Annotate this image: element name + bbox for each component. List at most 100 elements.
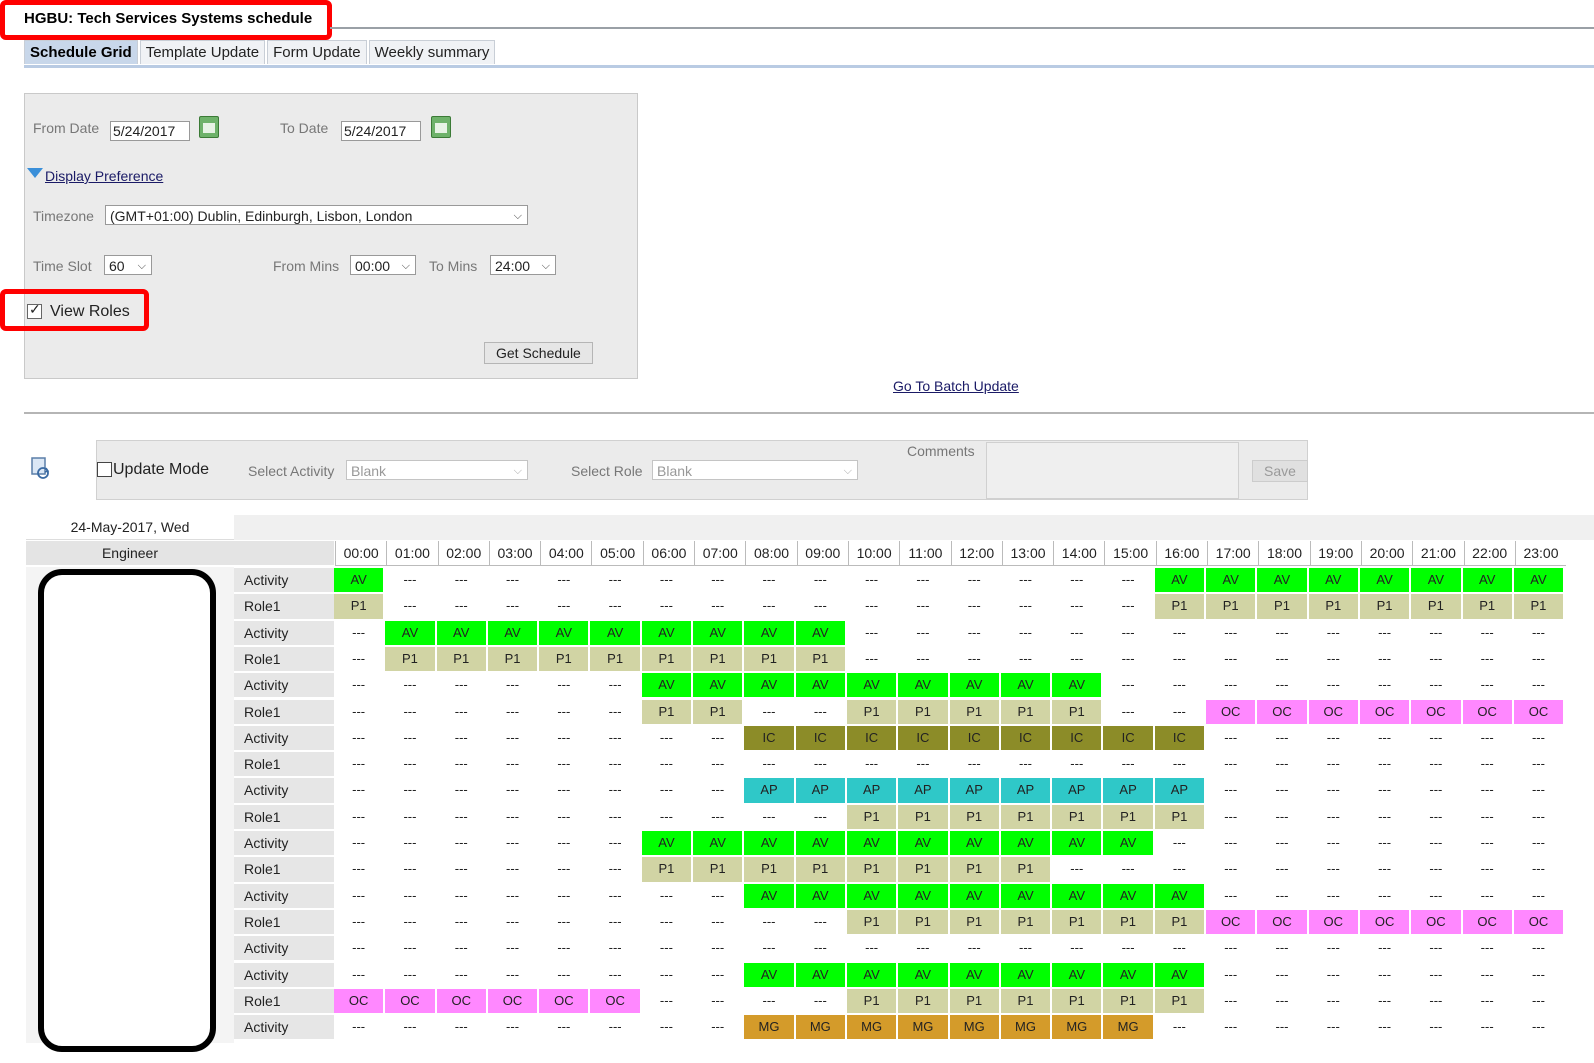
schedule-cell[interactable]: --- (1513, 752, 1566, 779)
schedule-cell[interactable]: --- (641, 909, 694, 937)
schedule-cell[interactable]: AV (795, 673, 847, 700)
schedule-cell[interactable]: AV (1359, 568, 1412, 595)
schedule-cell[interactable]: --- (436, 568, 488, 595)
schedule-cell[interactable]: AV (693, 831, 745, 858)
schedule-cell[interactable]: --- (1206, 1015, 1258, 1042)
schedule-cell[interactable]: --- (1411, 778, 1463, 805)
schedule-cell[interactable]: P1 (898, 988, 950, 1016)
schedule-cell[interactable]: OC (1513, 699, 1566, 726)
schedule-cell[interactable]: MG (795, 1015, 847, 1042)
tab-schedule-grid[interactable]: Schedule Grid (24, 40, 138, 64)
schedule-cell[interactable]: MG (1103, 1015, 1155, 1042)
schedule-cell[interactable]: --- (334, 857, 386, 884)
schedule-cell[interactable]: OC (1411, 699, 1463, 726)
schedule-cell[interactable]: AV (795, 883, 847, 910)
schedule-cell[interactable]: --- (898, 936, 950, 963)
schedule-cell[interactable]: P1 (1257, 594, 1309, 621)
schedule-cell[interactable]: AV (385, 620, 437, 647)
schedule-cell[interactable]: --- (1103, 936, 1155, 963)
schedule-cell[interactable]: AV (898, 673, 950, 700)
schedule-cell[interactable]: P1 (795, 857, 847, 884)
schedule-cell[interactable]: OC (1359, 909, 1412, 937)
schedule-cell[interactable]: --- (1462, 883, 1514, 910)
schedule-cell[interactable]: P1 (590, 646, 642, 674)
schedule-cell[interactable]: --- (1308, 936, 1360, 963)
schedule-cell[interactable]: --- (744, 909, 796, 937)
schedule-cell[interactable]: --- (436, 936, 488, 963)
schedule-cell[interactable]: IC (846, 725, 899, 753)
schedule-cell[interactable]: --- (539, 752, 591, 779)
schedule-cell[interactable]: IC (898, 725, 950, 753)
schedule-cell[interactable]: --- (795, 568, 847, 595)
schedule-cell[interactable]: --- (590, 725, 642, 753)
schedule-cell[interactable]: MG (898, 1015, 950, 1042)
schedule-cell[interactable]: --- (1513, 883, 1566, 910)
schedule-cell[interactable]: --- (334, 778, 386, 805)
to-mins-select[interactable]: 24:00 ⌵ (490, 255, 556, 275)
schedule-cell[interactable]: --- (1411, 831, 1463, 858)
schedule-cell[interactable]: AV (744, 962, 796, 989)
schedule-cell[interactable]: --- (385, 752, 437, 779)
schedule-cell[interactable]: --- (487, 699, 540, 726)
schedule-cell[interactable]: --- (693, 883, 745, 910)
schedule-cell[interactable]: --- (487, 962, 540, 989)
schedule-cell[interactable]: --- (846, 568, 899, 595)
calendar-icon[interactable] (199, 116, 219, 138)
schedule-cell[interactable]: --- (693, 725, 745, 753)
schedule-cell[interactable]: --- (487, 725, 540, 753)
schedule-cell[interactable]: --- (1411, 620, 1463, 647)
schedule-cell[interactable]: --- (539, 778, 591, 805)
schedule-cell[interactable]: --- (1052, 857, 1104, 884)
schedule-cell[interactable]: --- (1359, 988, 1412, 1016)
schedule-cell[interactable]: AV (1052, 831, 1104, 858)
schedule-cell[interactable]: --- (590, 962, 642, 989)
schedule-cell[interactable]: OC (1411, 909, 1463, 937)
schedule-cell[interactable]: P1 (795, 646, 847, 674)
schedule-cell[interactable]: --- (641, 883, 694, 910)
schedule-cell[interactable]: OC (385, 988, 437, 1016)
schedule-cell[interactable]: OC (590, 988, 642, 1016)
save-button[interactable]: Save (1252, 460, 1308, 482)
schedule-cell[interactable]: AV (641, 831, 694, 858)
schedule-cell[interactable]: OC (1308, 699, 1360, 726)
schedule-cell[interactable]: --- (1000, 594, 1053, 621)
schedule-cell[interactable]: --- (744, 568, 796, 595)
schedule-cell[interactable]: --- (487, 831, 540, 858)
schedule-cell[interactable]: AV (1052, 883, 1104, 910)
schedule-cell[interactable]: AP (846, 778, 899, 805)
schedule-cell[interactable]: P1 (1154, 988, 1207, 1016)
schedule-cell[interactable]: AV (898, 883, 950, 910)
schedule-cell[interactable]: P1 (898, 804, 950, 831)
schedule-cell[interactable]: P1 (898, 909, 950, 937)
schedule-cell[interactable]: --- (487, 1015, 540, 1042)
from-date-input[interactable]: 5/24/2017 (110, 121, 190, 141)
schedule-cell[interactable]: --- (1154, 1015, 1207, 1042)
schedule-cell[interactable]: --- (1257, 620, 1309, 647)
comments-textarea[interactable] (986, 442, 1239, 499)
schedule-cell[interactable]: --- (949, 568, 1001, 595)
schedule-cell[interactable]: --- (436, 857, 488, 884)
schedule-cell[interactable]: --- (1462, 1015, 1514, 1042)
schedule-cell[interactable]: AV (949, 962, 1001, 989)
schedule-cell[interactable]: --- (487, 673, 540, 700)
schedule-cell[interactable]: --- (1257, 936, 1309, 963)
schedule-cell[interactable]: --- (1308, 988, 1360, 1016)
schedule-cell[interactable]: AV (1000, 883, 1053, 910)
schedule-cell[interactable]: --- (385, 673, 437, 700)
schedule-cell[interactable]: --- (641, 752, 694, 779)
schedule-cell[interactable]: P1 (949, 804, 1001, 831)
schedule-cell[interactable]: --- (898, 594, 950, 621)
schedule-cell[interactable]: IC (795, 725, 847, 753)
schedule-cell[interactable]: --- (693, 909, 745, 937)
schedule-cell[interactable]: --- (693, 594, 745, 621)
schedule-cell[interactable]: --- (539, 857, 591, 884)
schedule-cell[interactable]: MG (1052, 1015, 1104, 1042)
schedule-cell[interactable]: AV (1052, 962, 1104, 989)
schedule-cell[interactable]: --- (795, 988, 847, 1016)
schedule-cell[interactable]: --- (334, 883, 386, 910)
schedule-cell[interactable]: OC (1206, 909, 1258, 937)
time-slot-select[interactable]: 60 ⌵ (104, 255, 152, 275)
schedule-cell[interactable]: --- (1206, 725, 1258, 753)
schedule-cell[interactable]: --- (539, 1015, 591, 1042)
schedule-cell[interactable]: --- (1359, 778, 1412, 805)
